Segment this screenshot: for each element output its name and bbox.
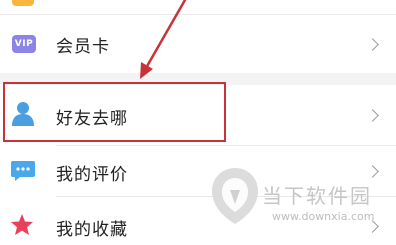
watermark-url: www.downxia.com (272, 210, 375, 223)
watermark-logo-icon (212, 168, 258, 224)
watermark-brand: 当下软件园 (262, 184, 372, 208)
